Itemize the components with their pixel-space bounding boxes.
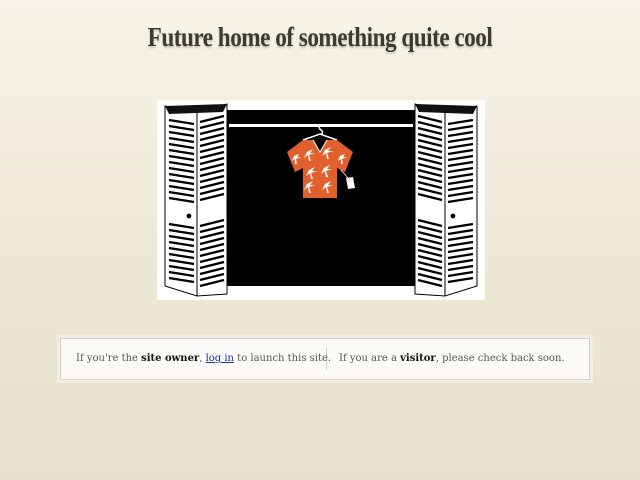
owner-notice: If you're the site owner, log in to laun…: [61, 348, 331, 370]
visitor-notice-suffix: , please check back soon.: [435, 353, 565, 364]
visitor-notice: If you are a visitor, please check back …: [327, 348, 565, 370]
owner-role-label: site owner: [141, 353, 200, 364]
launch-notice-box: If you're the site owner, log in to laun…: [60, 338, 590, 380]
owner-notice-suffix: to launch this site.: [234, 353, 332, 364]
owner-notice-prefix: If you're the: [76, 353, 142, 364]
visitor-role-label: visitor: [400, 353, 436, 364]
visitor-notice-prefix: If you are a: [339, 353, 401, 364]
closet-shirt-icon: [157, 100, 485, 300]
page-title: Future home of something quite cool: [147, 22, 493, 52]
login-link[interactable]: log in: [206, 353, 234, 364]
closet-illustration: [157, 100, 485, 300]
